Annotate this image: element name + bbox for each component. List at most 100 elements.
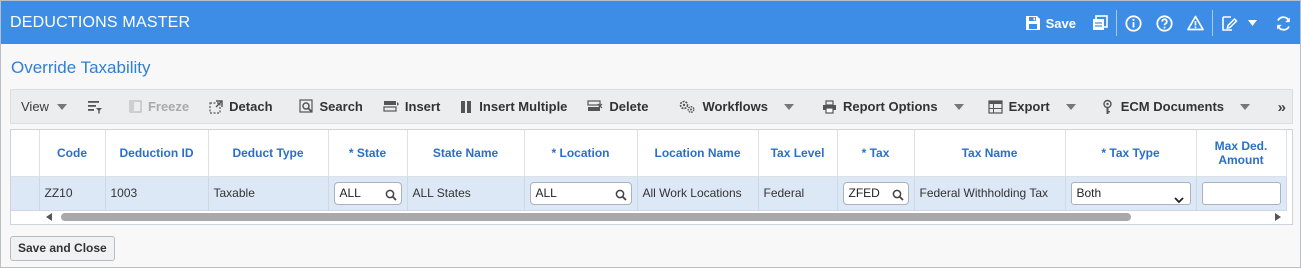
cell-tax-level: Federal [758, 176, 838, 211]
app-window: DEDUCTIONS MASTER Save Override Taxabili… [0, 0, 1301, 268]
app-title: DEDUCTIONS MASTER [10, 14, 191, 31]
column-header-max-ded-amount[interactable]: Max Ded. Amount [1196, 130, 1287, 177]
info-icon[interactable] [1125, 11, 1142, 35]
floppy-disk-icon [1025, 15, 1041, 31]
view-menu[interactable]: View [11, 90, 77, 123]
column-header-tax[interactable]: * Tax [837, 130, 915, 177]
delete-button[interactable]: Delete [577, 90, 658, 123]
search-button[interactable]: Search [289, 90, 373, 123]
edit-menu-button[interactable] [1221, 11, 1257, 35]
tax-value: ZFED [848, 185, 880, 200]
detach-button[interactable]: Detach [199, 90, 282, 123]
copy-icon[interactable] [1092, 11, 1108, 35]
cell-max-ded-amount [1196, 176, 1287, 211]
column-header-tax-level[interactable]: Tax Level [758, 130, 838, 177]
data-grid: Code Deduction ID Deduct Type * State St… [10, 129, 1293, 225]
state-value: ALL [339, 185, 361, 200]
tax-type-value: Both [1076, 185, 1102, 200]
cell-deduction-id: 1003 [105, 176, 209, 211]
view-label: View [21, 99, 49, 114]
detach-icon [209, 99, 223, 114]
export-menu[interactable]: Export [978, 90, 1086, 123]
report-options-label: Report Options [842, 99, 938, 114]
toolbar-overflow-button[interactable]: » [1278, 99, 1286, 116]
ecm-documents-icon [1100, 99, 1115, 115]
gears-icon [678, 99, 696, 114]
column-header-deduct-type[interactable]: Deduct Type [208, 130, 329, 177]
report-options-menu[interactable]: Report Options [812, 90, 974, 123]
insert-row-icon [383, 100, 399, 113]
warning-icon[interactable] [1187, 11, 1204, 35]
detach-label: Detach [229, 99, 273, 114]
header-actions: Save [1025, 10, 1292, 36]
column-header-tax-name[interactable]: Tax Name [914, 130, 1066, 177]
chevron-down-icon [783, 103, 794, 110]
export-label: Export [1008, 99, 1050, 114]
filter-button[interactable] [77, 90, 119, 123]
separator [1116, 10, 1117, 36]
grid-toolbar: View Freeze Detach Search Insert Insert … [10, 89, 1293, 124]
column-header-tax-type[interactable]: * Tax Type [1065, 130, 1197, 177]
cell-location-name: All Work Locations [637, 176, 759, 211]
column-header-location-name[interactable]: Location Name [637, 130, 759, 177]
freeze-label: Freeze [147, 99, 190, 114]
column-header-location[interactable]: * Location [524, 130, 638, 177]
table-row[interactable]: ZZ10 1003 Taxable ALL ALL States ALL All… [11, 176, 1287, 211]
ecm-documents-menu[interactable]: ECM Documents [1090, 90, 1260, 123]
ecm-documents-label: ECM Documents [1120, 99, 1225, 114]
save-button[interactable]: Save [1025, 11, 1076, 35]
cell-tax-name: Federal Withholding Tax [914, 176, 1066, 211]
search-icon[interactable] [892, 187, 904, 208]
printer-icon [822, 99, 837, 114]
workflows-menu[interactable]: Workflows [668, 90, 804, 123]
chevron-down-icon [953, 103, 964, 110]
column-header-code[interactable]: Code [39, 130, 106, 177]
help-icon[interactable] [1156, 11, 1173, 35]
row-selector[interactable] [11, 176, 40, 211]
chevron-down-icon [1065, 103, 1076, 110]
insert-button[interactable]: Insert [373, 90, 450, 123]
cell-tax: ZFED [837, 176, 915, 211]
insert-multiple-button[interactable]: Insert Multiple [450, 90, 577, 123]
scroll-left-icon[interactable] [46, 213, 52, 221]
save-and-close-button[interactable]: Save and Close [10, 236, 115, 261]
tax-lookup-input[interactable]: ZFED [842, 181, 909, 208]
cell-tax-type: Both [1065, 176, 1197, 211]
freeze-button[interactable]: Freeze [119, 90, 199, 123]
scrollbar-thumb[interactable] [61, 213, 1131, 221]
separator [1212, 10, 1213, 36]
cell-state-name: ALL States [407, 176, 525, 211]
workflows-label: Workflows [702, 99, 768, 114]
title-bar: DEDUCTIONS MASTER Save [1, 1, 1300, 44]
grid-table: Code Deduction ID Deduct Type * State St… [11, 130, 1287, 211]
cell-location: ALL [524, 176, 638, 211]
column-header-state[interactable]: * State [328, 130, 408, 177]
save-label: Save [1045, 15, 1076, 31]
location-lookup-input[interactable]: ALL [529, 181, 632, 208]
location-value: ALL [535, 185, 557, 200]
delete-label: Delete [609, 99, 649, 114]
insert-label: Insert [404, 99, 441, 114]
search-icon[interactable] [385, 187, 397, 208]
column-header-state-name[interactable]: State Name [407, 130, 525, 177]
edit-icon [1221, 15, 1238, 32]
refresh-icon[interactable] [1275, 11, 1292, 35]
max-ded-amount-input[interactable] [1201, 181, 1281, 205]
page-title: Override Taxability [11, 58, 151, 77]
column-header-deduction-id[interactable]: Deduction ID [105, 130, 209, 177]
chevron-down-icon [56, 103, 67, 110]
cell-state: ALL [328, 176, 408, 211]
chevron-down-icon [1240, 103, 1251, 110]
chevron-down-icon [1173, 190, 1184, 210]
row-selector-header [11, 130, 40, 177]
state-lookup-input[interactable]: ALL [333, 181, 402, 208]
insert-multiple-icon [460, 100, 473, 114]
tax-type-select[interactable]: Both [1070, 181, 1191, 205]
search-label: Search [319, 99, 363, 114]
cell-deduct-type: Taxable [208, 176, 329, 211]
scroll-right-icon[interactable] [1275, 213, 1281, 221]
search-icon[interactable] [615, 187, 627, 208]
header-row: Code Deduction ID Deduct Type * State St… [11, 130, 1287, 177]
cell-code: ZZ10 [39, 176, 106, 211]
horizontal-scrollbar[interactable] [41, 211, 1281, 223]
